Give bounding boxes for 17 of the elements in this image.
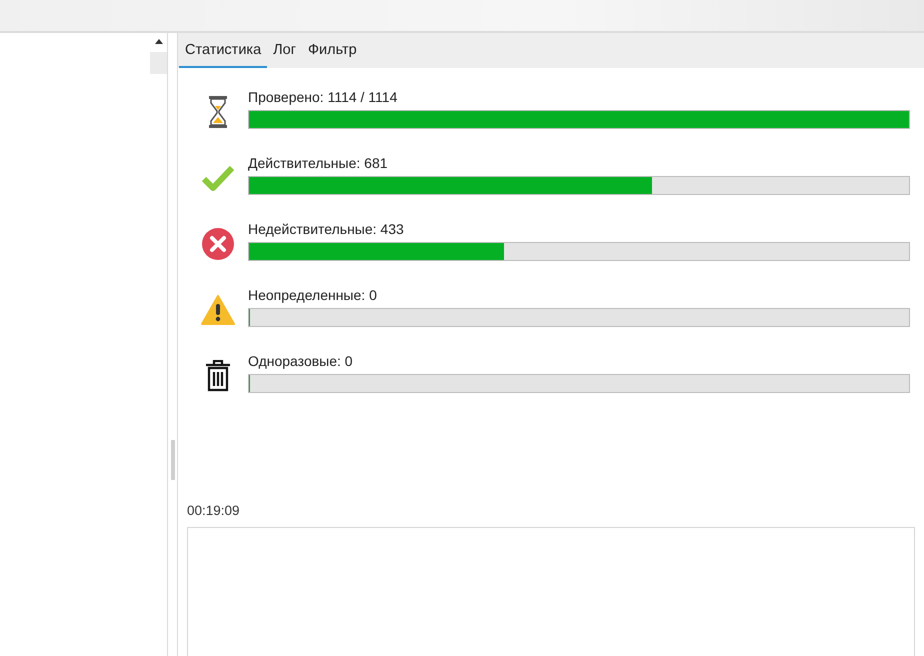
splitter-handle[interactable] (170, 440, 174, 480)
tab[interactable]: Лог (267, 33, 302, 68)
scrollbar-thumb[interactable] (150, 52, 167, 74)
hourglass-icon (208, 96, 228, 128)
stat-label: Проверено: 1114 / 1114 (248, 89, 398, 105)
stat-label: Действительные: 681 (248, 155, 389, 171)
trash-icon (204, 360, 230, 392)
stat-label: Неопределенные: 0 (248, 287, 378, 303)
scroll-up-icon[interactable] (154, 39, 162, 44)
stat-label: Недействительные: 433 (248, 221, 405, 237)
tab[interactable]: Фильтр (302, 33, 363, 68)
stat-label: Одноразовые: 0 (248, 353, 354, 369)
tab[interactable]: Статистика (179, 33, 268, 68)
error-icon (202, 228, 234, 260)
check-icon (202, 165, 234, 191)
warning-icon (200, 295, 234, 325)
elapsed-time: 00:19:09 (187, 503, 241, 518)
